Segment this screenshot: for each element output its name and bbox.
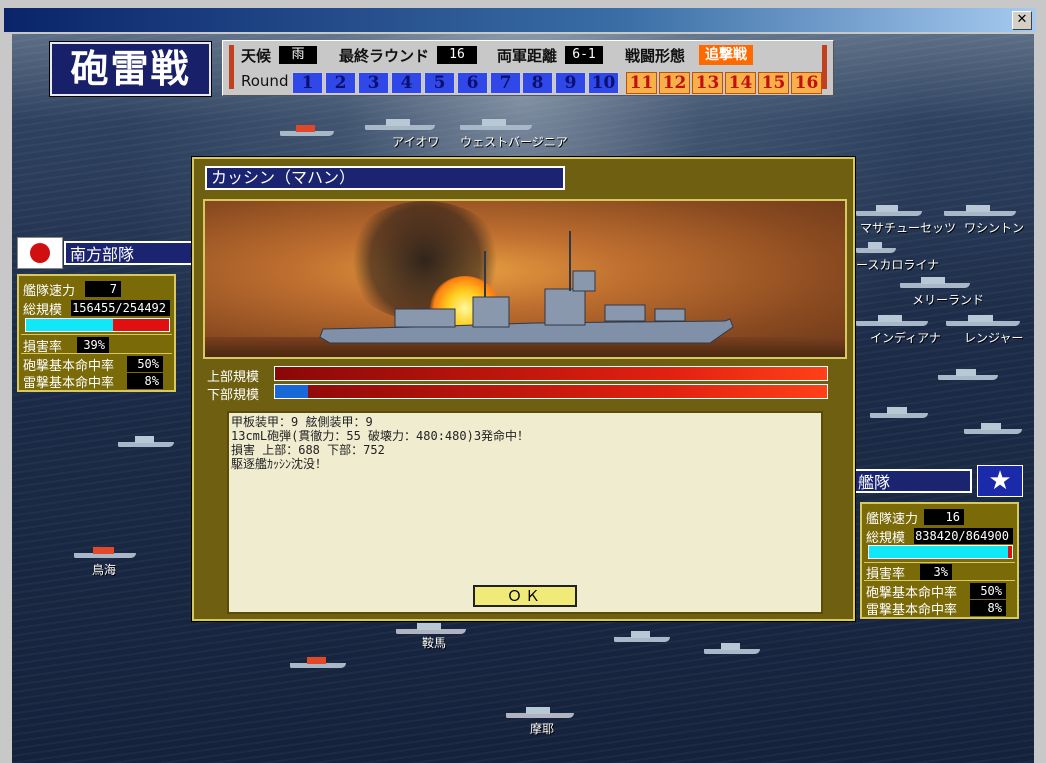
right-torp-hit-value: 8% [970, 600, 1006, 616]
ship-unnamed-3[interactable] [964, 423, 1022, 434]
ship-bottom-2[interactable] [704, 643, 760, 654]
combat-result-dialog: カッシン（マハン） 上部規模 下部規模 甲板装甲：9 舷側装甲：9 13cmL砲… [191, 156, 856, 622]
left-damage-value: 39% [77, 337, 109, 353]
left-scale-value: 156455/254492 [71, 300, 170, 316]
right-scale-value: 838420/864900 [914, 528, 1013, 544]
right-speed-value: 16 [924, 509, 964, 525]
right-gun-hit-value: 50% [970, 583, 1006, 599]
final-round-label: 最終ラウンド [339, 47, 430, 65]
ship-unnamed-2[interactable] [870, 407, 928, 418]
ship-massachusetts[interactable] [856, 205, 922, 216]
round-12-indicator: 12 [659, 72, 690, 94]
left-speed-value: 7 [85, 281, 121, 297]
ship-label-iowa: アイオワ [392, 135, 440, 149]
left-fleet-status-panel: 艦隊速力 7 総規模 156455/254492 損害率 39% 砲撃基本命中率… [17, 274, 176, 392]
upper-scale-label: 上部規模 [207, 370, 260, 385]
close-button[interactable]: ✕ [1012, 11, 1032, 30]
ship-indiana[interactable] [856, 315, 928, 326]
ship-bottom-1[interactable] [614, 631, 670, 642]
round-4-indicator: 4 [391, 72, 422, 94]
ship-ranger[interactable] [946, 315, 1020, 326]
lower-scale-bar [274, 384, 828, 399]
right-scale-label: 総規模 [866, 531, 906, 546]
ship-south-carolina[interactable] [856, 242, 896, 253]
round-9-indicator: 9 [555, 72, 586, 94]
rounds-group-1: 1234567 [291, 71, 522, 94]
lower-scale-label: 下部規模 [207, 388, 260, 403]
game-title-logo: 砲雷戦 [49, 41, 212, 97]
distance-value: 6-1 [565, 46, 603, 64]
right-damage-value: 3% [920, 564, 952, 580]
battle-status-panel: 天候 雨 最終ラウンド 16 両軍距離 6-1 戦闘形態 追撃戦 Round 1… [222, 40, 834, 96]
right-torp-hit-label: 雷撃基本命中率 [866, 603, 958, 618]
round-11-indicator: 11 [626, 72, 657, 94]
final-round-value: 16 [437, 46, 477, 64]
round-7-indicator: 7 [490, 72, 521, 94]
ship-label-west-virginia: ウェストバージニア [460, 135, 568, 149]
round-label: Round [241, 72, 289, 90]
ship-label-maryland: メリーランド [912, 293, 985, 307]
ship-label-kurama: 鞍馬 [422, 636, 447, 650]
battle-form-label: 戦闘形態 [625, 47, 686, 65]
ship-unnamed-1[interactable] [938, 369, 998, 380]
right-speed-label: 艦隊速力 [866, 512, 919, 527]
left-fleet-name: 南方部隊 [64, 241, 194, 265]
title-bar: ✕ [4, 8, 1036, 32]
ship-label-ranger: レンジャー [964, 331, 1024, 345]
ship-kurama[interactable] [396, 623, 466, 634]
ship-burning-bottom[interactable] [290, 657, 346, 668]
ship-burning-top[interactable] [280, 125, 334, 136]
game-window: ✕ 砲雷戦 天候 雨 最終ラウンド 16 両軍距離 6-1 戦闘形態 追撃戦 R… [0, 0, 1046, 763]
ship-label-south-carolina: ースカロライナ [856, 258, 940, 272]
sinking-ship-illustration [203, 199, 847, 359]
ship-left-1[interactable] [118, 436, 174, 447]
round-10-indicator: 10 [588, 72, 619, 94]
ship-label-washington: ワシントン [964, 221, 1025, 235]
us-star-flag-icon: ★ [977, 465, 1023, 497]
combat-log-area: 甲板装甲：9 舷側装甲：9 13cmL砲弾(貫徹力：55 破壊力：480:480… [227, 411, 823, 614]
weather-value: 雨 [279, 46, 317, 64]
round-15-indicator: 15 [758, 72, 789, 94]
left-scale-label: 総規模 [23, 303, 63, 318]
battle-form-value: 追撃戦 [699, 45, 753, 65]
destroyer-silhouette-icon [319, 231, 734, 344]
right-scale-bar [868, 545, 1013, 559]
dialog-ship-name: カッシン（マハン） [205, 166, 565, 190]
ship-label-massachusetts: マサチューセッツ [860, 221, 957, 235]
rounds-group-2: 8 9 10 [521, 71, 620, 94]
round-8-indicator: 8 [522, 72, 553, 94]
ship-iowa[interactable] [365, 119, 435, 130]
ship-washington[interactable] [944, 205, 1016, 216]
left-torp-hit-label: 雷撃基本命中率 [23, 376, 115, 391]
ship-label-chokai: 鳥海 [92, 563, 117, 577]
right-fleet-status-panel: 艦隊速力 16 総規模 838420/864900 損害率 3% 砲撃基本命中率… [860, 502, 1019, 619]
round-2-indicator: 2 [325, 72, 356, 94]
left-speed-label: 艦隊速力 [23, 284, 76, 299]
round-5-indicator: 5 [424, 72, 455, 94]
ship-label-maya: 摩耶 [530, 722, 555, 736]
ship-label-indiana: インディアナ [870, 331, 941, 345]
round-13-indicator: 13 [692, 72, 723, 94]
combat-log-text: 甲板装甲：9 舷側装甲：9 13cmL砲弾(貫徹力：55 破壊力：480:480… [231, 415, 530, 471]
left-torp-hit-value: 8% [127, 373, 163, 389]
upper-scale-bar [274, 366, 828, 381]
left-scale-bar [25, 318, 170, 332]
ship-maya[interactable] [506, 707, 574, 718]
round-6-indicator: 6 [457, 72, 488, 94]
round-3-indicator: 3 [358, 72, 389, 94]
round-1-indicator: 1 [292, 72, 323, 94]
ship-maryland[interactable] [900, 277, 970, 288]
left-gun-hit-value: 50% [127, 356, 163, 372]
panel-edge-left [229, 45, 234, 89]
ok-button[interactable]: ＯＫ [473, 585, 577, 607]
ship-chokai[interactable] [74, 547, 136, 558]
right-fleet-name: 艦隊 [852, 469, 972, 493]
japan-flag-icon [17, 237, 63, 269]
weather-label: 天候 [241, 47, 272, 65]
distance-label: 両軍距離 [497, 47, 558, 65]
ship-west-virginia[interactable] [460, 119, 532, 130]
round-16-indicator: 16 [791, 72, 822, 94]
round-14-indicator: 14 [725, 72, 756, 94]
rounds-group-3: 11 12 13 14 15 16 [625, 71, 823, 94]
